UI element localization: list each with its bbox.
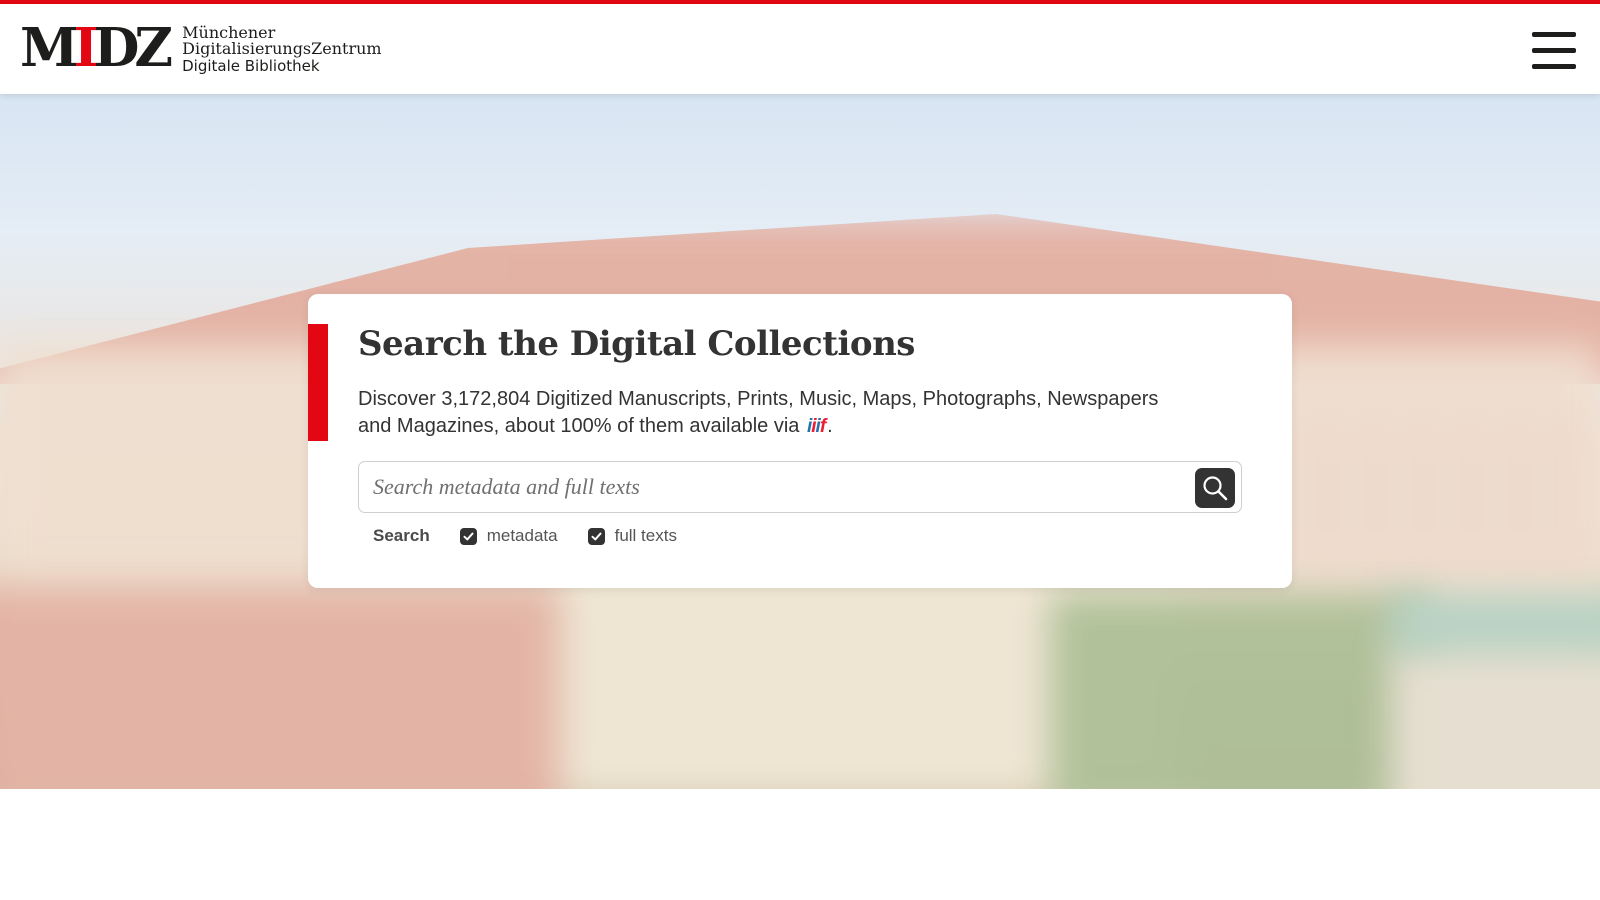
site-header: M I DZ Münchener DigitalisierungsZentrum D…	[0, 4, 1600, 94]
search-bar	[358, 461, 1242, 513]
logo-mark: M I DZ	[20, 17, 173, 79]
full-texts-checkbox[interactable]: full texts	[587, 526, 677, 546]
checkmark-icon	[587, 527, 605, 545]
search-button[interactable]	[1195, 468, 1235, 508]
collection-description: Discover 3,172,804 Digitized Manuscripts…	[358, 386, 1188, 440]
logo-line-3: Digitale Bibliothek	[182, 57, 320, 75]
logo-line-2: DigitalisierungsZentrum	[182, 39, 382, 58]
checkmark-icon	[459, 527, 477, 545]
metadata-checkbox[interactable]: metadata	[459, 526, 558, 546]
description-text: Discover 3,172,804 Digitized Manuscripts…	[358, 388, 1159, 437]
search-icon	[1203, 476, 1228, 501]
logo-text: Münchener DigitalisierungsZentrum Digita…	[182, 25, 382, 76]
search-options: Search metadata full texts	[373, 524, 707, 548]
search-input[interactable]	[373, 462, 1173, 512]
metadata-label: metadata	[486, 526, 558, 545]
mdz-logo[interactable]: M I DZ Münchener DigitalisierungsZentrum D…	[20, 17, 382, 79]
page-title: Search the Digital Collections	[358, 324, 915, 364]
search-card: Search the Digital Collections Discover …	[308, 294, 1292, 588]
full-texts-label: full texts	[614, 526, 677, 545]
card-accent-bar	[308, 324, 328, 441]
search-scope-label: Search	[373, 526, 430, 545]
hamburger-menu-icon[interactable]	[1530, 30, 1578, 70]
description-end: .	[827, 415, 833, 437]
iiif-icon[interactable]: iiif	[807, 413, 826, 440]
